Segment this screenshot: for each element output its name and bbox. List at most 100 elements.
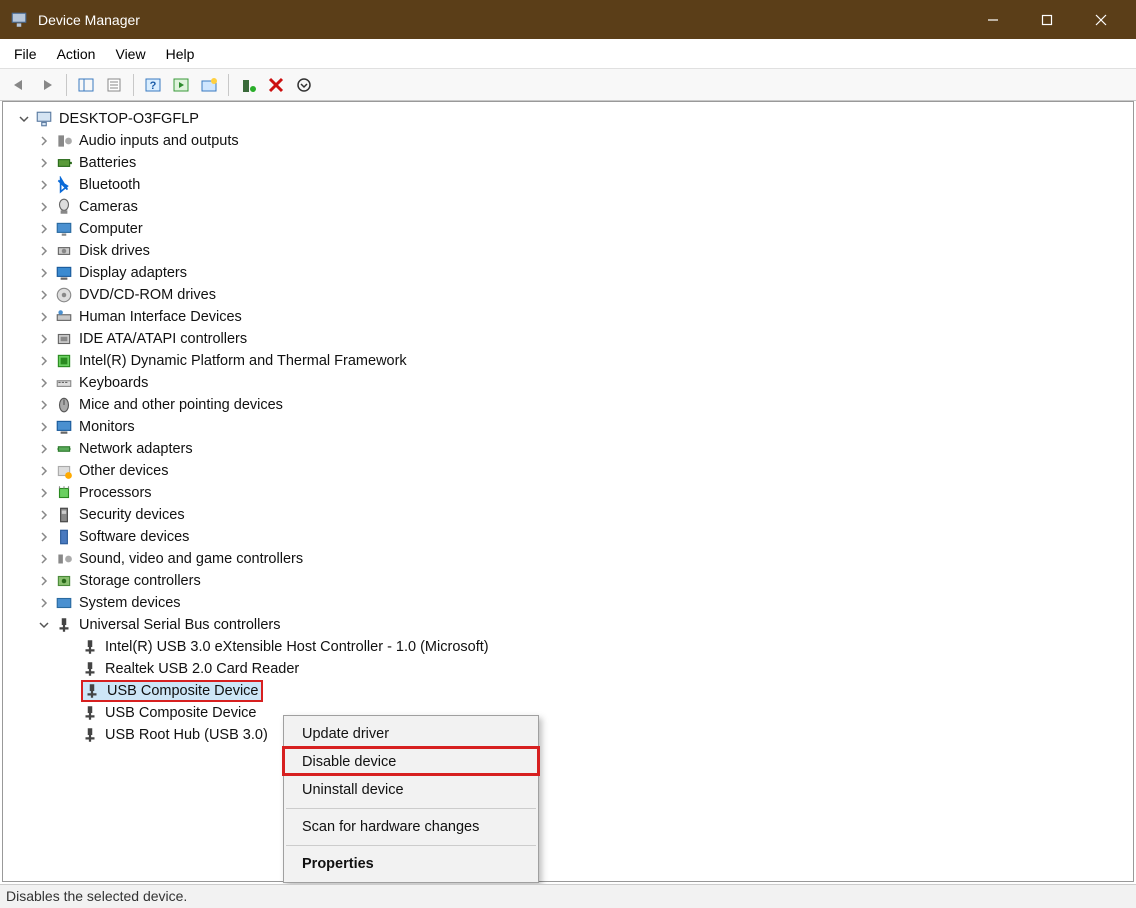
tree-item-label: Mice and other pointing devices	[79, 394, 283, 416]
chevron-right-icon[interactable]	[37, 596, 51, 610]
tree-category[interactable]: Processors	[3, 482, 1133, 504]
tree-category[interactable]: Software devices	[3, 526, 1133, 548]
tree-item-label: DESKTOP-O3FGFLP	[59, 108, 199, 130]
action-button[interactable]	[168, 72, 194, 98]
tree-item-label: Processors	[79, 482, 152, 504]
tree-category[interactable]: Computer	[3, 218, 1133, 240]
tree-category[interactable]: DVD/CD-ROM drives	[3, 284, 1133, 306]
tree-root[interactable]: DESKTOP-O3FGFLP	[3, 108, 1133, 130]
category-icon	[55, 198, 73, 216]
tree-item-label: USB Composite Device	[105, 702, 257, 724]
chevron-right-icon[interactable]	[37, 332, 51, 346]
chevron-right-icon[interactable]	[37, 354, 51, 368]
tree-category[interactable]: Bluetooth	[3, 174, 1133, 196]
forward-button[interactable]	[34, 72, 60, 98]
chevron-right-icon[interactable]	[37, 310, 51, 324]
tree-item-label: DVD/CD-ROM drives	[79, 284, 216, 306]
tree-category[interactable]: Disk drives	[3, 240, 1133, 262]
properties-button[interactable]	[101, 72, 127, 98]
chevron-right-icon[interactable]	[37, 200, 51, 214]
chevron-right-icon[interactable]	[37, 134, 51, 148]
tree-category[interactable]: Monitors	[3, 416, 1133, 438]
cm-update-driver[interactable]: Update driver	[284, 720, 538, 748]
tree-device[interactable]: Intel(R) USB 3.0 eXtensible Host Control…	[3, 636, 1133, 658]
chevron-right-icon[interactable]	[37, 222, 51, 236]
tree-category[interactable]: Audio inputs and outputs	[3, 130, 1133, 152]
tree-category[interactable]: Display adapters	[3, 262, 1133, 284]
statusbar: Disables the selected device.	[0, 884, 1136, 908]
chevron-down-icon[interactable]	[37, 618, 51, 632]
tree-category[interactable]: Storage controllers	[3, 570, 1133, 592]
tree-category[interactable]: Universal Serial Bus controllers	[3, 614, 1133, 636]
tree-device[interactable]: Realtek USB 2.0 Card Reader	[3, 658, 1133, 680]
context-menu: Update driver Disable device Uninstall d…	[283, 715, 539, 883]
usb-icon	[83, 682, 101, 700]
tree-category[interactable]: Network adapters	[3, 438, 1133, 460]
chevron-right-icon[interactable]	[37, 156, 51, 170]
menu-file[interactable]: File	[4, 42, 47, 66]
back-button[interactable]	[6, 72, 32, 98]
chevron-right-icon[interactable]	[37, 508, 51, 522]
cm-disable-device[interactable]: Disable device	[284, 748, 538, 776]
chevron-right-icon[interactable]	[37, 574, 51, 588]
cm-scan-hardware[interactable]: Scan for hardware changes	[284, 813, 538, 841]
tree-category[interactable]: IDE ATA/ATAPI controllers	[3, 328, 1133, 350]
chevron-right-icon[interactable]	[37, 442, 51, 456]
tree-item-label: Human Interface Devices	[79, 306, 242, 328]
tree-category[interactable]: System devices	[3, 592, 1133, 614]
maximize-button[interactable]	[1020, 0, 1074, 39]
menu-view[interactable]: View	[105, 42, 155, 66]
separator	[286, 808, 536, 809]
tree-item-label: Realtek USB 2.0 Card Reader	[105, 658, 299, 680]
tree-category[interactable]: Keyboards	[3, 372, 1133, 394]
category-icon	[55, 154, 73, 172]
menu-help[interactable]: Help	[156, 42, 205, 66]
chevron-right-icon[interactable]	[37, 266, 51, 280]
tree-category[interactable]: Cameras	[3, 196, 1133, 218]
cm-uninstall-device[interactable]: Uninstall device	[284, 776, 538, 804]
tree-device[interactable]: USB Root Hub (USB 3.0)	[3, 724, 1133, 746]
chevron-right-icon[interactable]	[37, 420, 51, 434]
show-hide-console-tree-button[interactable]	[73, 72, 99, 98]
category-icon	[55, 264, 73, 282]
tree-item-label: Intel(R) USB 3.0 eXtensible Host Control…	[105, 636, 489, 658]
tree-category[interactable]: Human Interface Devices	[3, 306, 1133, 328]
chevron-right-icon[interactable]	[37, 530, 51, 544]
titlebar: Device Manager	[0, 0, 1136, 39]
category-icon	[55, 176, 73, 194]
uninstall-button[interactable]	[263, 72, 289, 98]
update-driver-button[interactable]	[235, 72, 261, 98]
tree-item-label: System devices	[79, 592, 181, 614]
cm-properties[interactable]: Properties	[284, 850, 538, 878]
usb-icon	[81, 704, 99, 722]
category-icon	[55, 352, 73, 370]
tree-category[interactable]: Other devices	[3, 460, 1133, 482]
tree-category[interactable]: Intel(R) Dynamic Platform and Thermal Fr…	[3, 350, 1133, 372]
chevron-right-icon[interactable]	[37, 376, 51, 390]
tree-item-label: Software devices	[79, 526, 189, 548]
menu-action[interactable]: Action	[47, 42, 106, 66]
chevron-right-icon[interactable]	[37, 288, 51, 302]
close-button[interactable]	[1074, 0, 1128, 39]
scan-button[interactable]	[196, 72, 222, 98]
tree-category[interactable]: Mice and other pointing devices	[3, 394, 1133, 416]
tree-category[interactable]: Batteries	[3, 152, 1133, 174]
minimize-button[interactable]	[966, 0, 1020, 39]
tree-category[interactable]: Security devices	[3, 504, 1133, 526]
chevron-down-icon[interactable]	[17, 112, 31, 126]
tree-device[interactable]: USB Composite Device	[3, 680, 1133, 702]
chevron-right-icon[interactable]	[37, 178, 51, 192]
category-icon	[55, 506, 73, 524]
selected-device[interactable]: USB Composite Device	[81, 680, 263, 702]
chevron-right-icon[interactable]	[37, 486, 51, 500]
tree-category[interactable]: Sound, video and game controllers	[3, 548, 1133, 570]
help-button[interactable]: ?	[140, 72, 166, 98]
tree-device[interactable]: USB Composite Device	[3, 702, 1133, 724]
chevron-right-icon[interactable]	[37, 398, 51, 412]
chevron-right-icon[interactable]	[37, 464, 51, 478]
device-tree[interactable]: DESKTOP-O3FGFLP Audio inputs and outputs…	[2, 101, 1134, 882]
tree-item-label: Monitors	[79, 416, 135, 438]
chevron-right-icon[interactable]	[37, 244, 51, 258]
chevron-right-icon[interactable]	[37, 552, 51, 566]
disable-button[interactable]	[291, 72, 317, 98]
